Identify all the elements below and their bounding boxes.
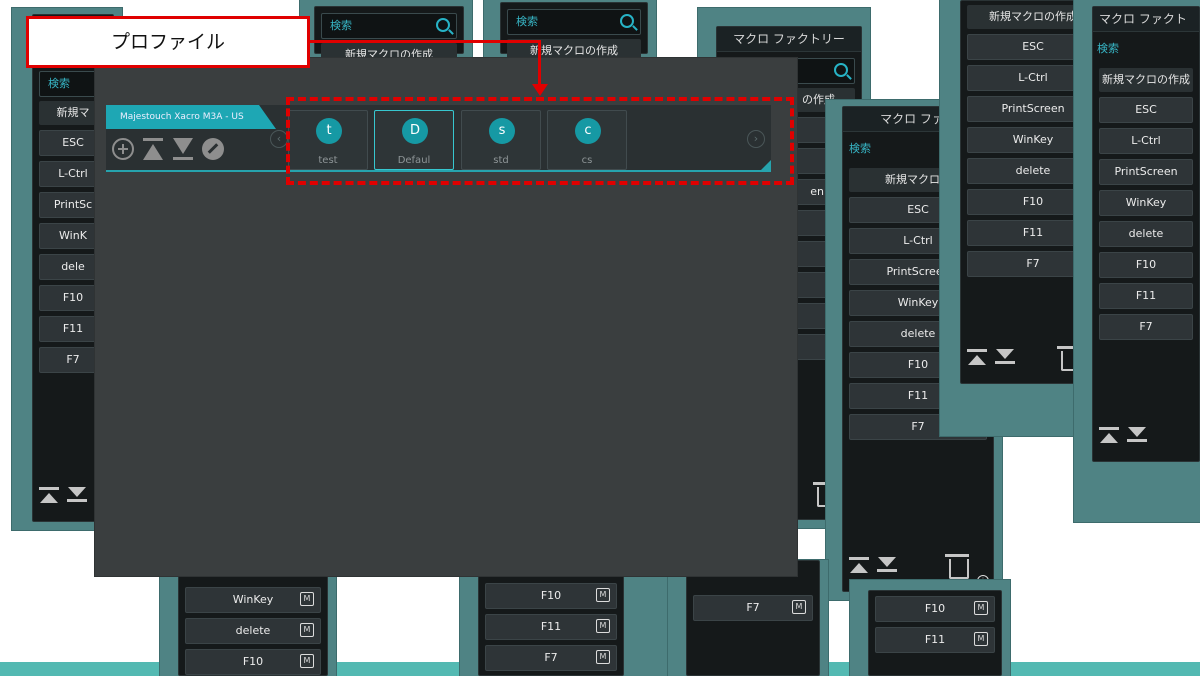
macro-item[interactable]: F7M bbox=[693, 595, 813, 621]
annotation-highlight-box bbox=[286, 97, 794, 185]
macro-window-i: F10 M F11 M F7 M bbox=[460, 560, 670, 676]
macro-badge: M bbox=[974, 601, 988, 615]
macro-window-k: F10 M F11 M bbox=[850, 580, 1010, 676]
annotation-connector bbox=[538, 40, 541, 86]
search-icon[interactable] bbox=[834, 63, 848, 77]
window-title: マクロ ファクトリー bbox=[717, 27, 861, 52]
macro-badge: M bbox=[974, 632, 988, 646]
edit-icon[interactable] bbox=[202, 138, 224, 160]
search-input[interactable]: 検索 bbox=[321, 13, 457, 39]
macro-window-h: WinKey M delete M F10 M bbox=[160, 560, 336, 676]
annotation-connector bbox=[310, 40, 540, 43]
macro-item[interactable]: F11 bbox=[1099, 283, 1193, 309]
macro-badge: M bbox=[300, 592, 314, 606]
macro-badge: M bbox=[596, 650, 610, 664]
macro-badge: M bbox=[300, 623, 314, 637]
macro-item[interactable]: PrintScreen bbox=[1099, 159, 1193, 185]
macro-item[interactable]: F11M bbox=[875, 627, 995, 653]
device-name-tab[interactable]: Majestouch Xacro M3A - US bbox=[106, 105, 276, 129]
macro-item[interactable]: WinKeyM bbox=[185, 587, 321, 613]
macro-badge: M bbox=[300, 654, 314, 668]
macro-item[interactable]: ESC bbox=[1099, 97, 1193, 123]
macro-window-b: 検索 新規マクロの作成 bbox=[300, 0, 472, 67]
add-icon[interactable] bbox=[112, 138, 134, 160]
macro-item[interactable]: delete bbox=[1099, 221, 1193, 247]
search-input[interactable]: 検索 bbox=[1093, 32, 1199, 64]
upload-icon[interactable] bbox=[142, 138, 164, 160]
search-icon[interactable] bbox=[620, 14, 634, 28]
macro-item[interactable]: F7M bbox=[485, 645, 617, 671]
new-macro-button[interactable]: 新規マクロの作成 bbox=[1099, 68, 1193, 92]
macro-window-j: F7 M bbox=[668, 560, 828, 676]
macro-item[interactable]: F11M bbox=[485, 614, 617, 640]
macro-item[interactable]: F10 bbox=[1099, 252, 1193, 278]
annotation-arrowhead bbox=[532, 84, 548, 96]
download-icon[interactable] bbox=[172, 138, 194, 160]
macro-badge: M bbox=[596, 619, 610, 633]
search-input[interactable]: 検索 bbox=[507, 9, 641, 35]
macro-item[interactable]: F10M bbox=[485, 583, 617, 609]
macro-item[interactable]: F10M bbox=[875, 596, 995, 622]
macro-item[interactable]: WinKey bbox=[1099, 190, 1193, 216]
macro-window-g: マクロ ファクト 検索 新規マクロの作成 ESC L-Ctrl PrintScr… bbox=[1074, 0, 1200, 522]
macro-item[interactable]: L-Ctrl bbox=[1099, 128, 1193, 154]
macro-item[interactable]: F10M bbox=[185, 649, 321, 675]
trash-icon[interactable] bbox=[945, 554, 969, 579]
macro-badge: M bbox=[792, 600, 806, 614]
macro-badge: M bbox=[596, 588, 610, 602]
annotation-label: プロファイル bbox=[26, 16, 310, 68]
search-icon[interactable] bbox=[436, 18, 450, 32]
macro-item[interactable]: F7 bbox=[1099, 314, 1193, 340]
macro-window-c: 検索 新規マクロの作成 bbox=[484, 0, 656, 63]
window-title: マクロ ファクト bbox=[1093, 7, 1199, 32]
device-panel: Majestouch Xacro M3A - US bbox=[106, 105, 276, 172]
macro-item[interactable]: deleteM bbox=[185, 618, 321, 644]
